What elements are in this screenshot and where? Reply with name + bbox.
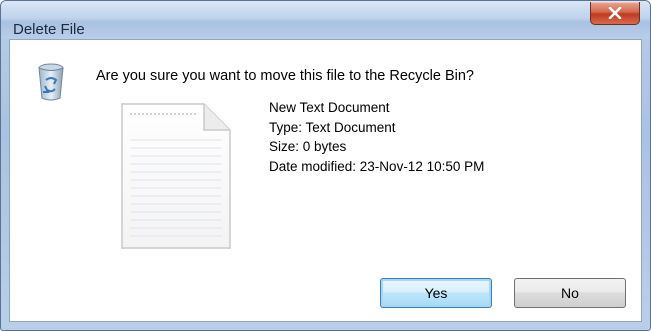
no-button[interactable]: No (514, 278, 626, 308)
dialog-content: Are you sure you want to move this file … (9, 39, 642, 322)
file-type: Type: Text Document (269, 119, 396, 135)
close-button[interactable] (590, 2, 640, 25)
recycle-bin-icon (38, 63, 64, 101)
delete-file-dialog: Delete File Are you sure you want to mov… (0, 0, 651, 331)
window-title: Delete File (13, 21, 85, 38)
file-details: New Text Document Type: Text Document Si… (269, 98, 484, 176)
yes-button[interactable]: Yes (380, 278, 492, 308)
file-size: Size: 0 bytes (269, 139, 347, 154)
confirmation-message: Are you sure you want to move this file … (96, 68, 474, 84)
file-name: New Text Document (269, 100, 390, 115)
close-icon (608, 7, 622, 19)
text-document-icon (121, 103, 231, 249)
title-bar[interactable]: Delete File (1, 1, 650, 39)
file-date-modified: Date modified: 23-Nov-12 10:50 PM (269, 158, 485, 174)
